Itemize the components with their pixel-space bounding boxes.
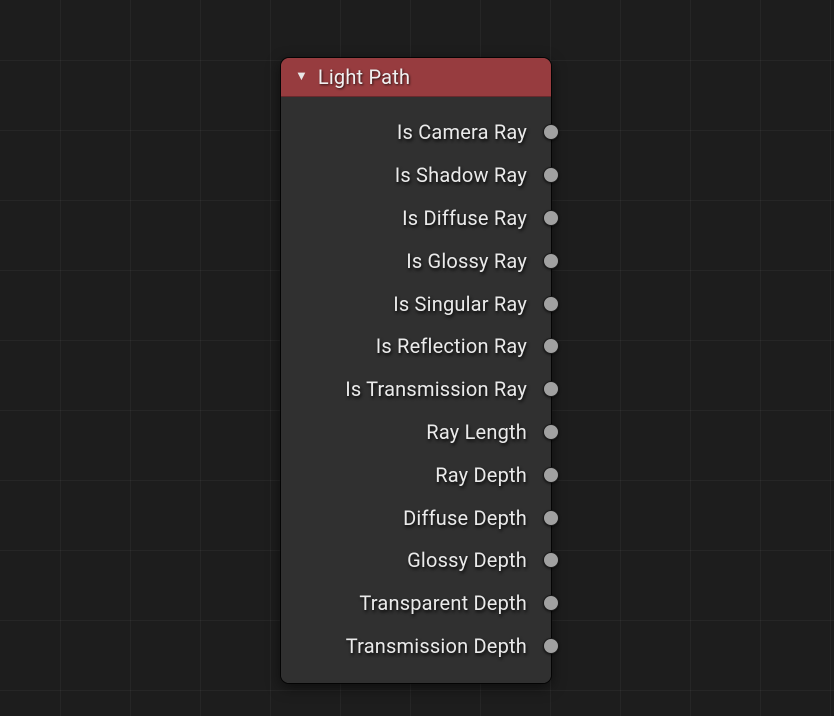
output-socket-icon[interactable] (543, 552, 559, 568)
output-socket-icon[interactable] (543, 296, 559, 312)
output-label: Is Glossy Ray (406, 249, 527, 273)
output-label: Is Singular Ray (393, 292, 527, 316)
output-row: Is Reflection Ray (281, 325, 551, 368)
output-row: Is Transmission Ray (281, 368, 551, 411)
output-label: Is Shadow Ray (395, 163, 527, 187)
output-row: Is Shadow Ray (281, 154, 551, 197)
output-socket-icon[interactable] (543, 381, 559, 397)
output-label: Ray Depth (435, 463, 527, 487)
output-socket-icon[interactable] (543, 338, 559, 354)
output-row: Is Glossy Ray (281, 239, 551, 282)
output-row: Is Singular Ray (281, 282, 551, 325)
output-row: Transparent Depth (281, 582, 551, 625)
node-title: Light Path (318, 65, 410, 89)
output-row: Transmission Depth (281, 625, 551, 668)
output-socket-icon[interactable] (543, 595, 559, 611)
output-label: Is Reflection Ray (376, 334, 527, 358)
node-header[interactable]: ▼ Light Path (281, 58, 551, 97)
output-socket-icon[interactable] (543, 510, 559, 526)
output-socket-icon[interactable] (543, 210, 559, 226)
output-socket-icon[interactable] (543, 424, 559, 440)
collapse-icon[interactable]: ▼ (295, 70, 308, 83)
output-socket-icon[interactable] (543, 167, 559, 183)
output-label: Is Diffuse Ray (402, 206, 527, 230)
output-socket-icon[interactable] (543, 124, 559, 140)
output-label: Transparent Depth (359, 591, 527, 615)
output-label: Transmission Depth (346, 634, 527, 658)
output-row: Diffuse Depth (281, 496, 551, 539)
output-label: Is Transmission Ray (345, 377, 527, 401)
output-label: Is Camera Ray (397, 120, 527, 144)
output-label: Ray Length (426, 420, 527, 444)
node-body: Is Camera Ray Is Shadow Ray Is Diffuse R… (281, 97, 551, 683)
output-row: Is Camera Ray (281, 111, 551, 154)
output-row: Glossy Depth (281, 539, 551, 582)
output-socket-icon[interactable] (543, 253, 559, 269)
output-row: Ray Length (281, 411, 551, 454)
output-socket-icon[interactable] (543, 467, 559, 483)
light-path-node[interactable]: ▼ Light Path Is Camera Ray Is Shadow Ray… (281, 58, 551, 683)
output-label: Glossy Depth (407, 548, 527, 572)
output-label: Diffuse Depth (403, 506, 527, 530)
output-socket-icon[interactable] (543, 638, 559, 654)
output-row: Ray Depth (281, 453, 551, 496)
output-row: Is Diffuse Ray (281, 197, 551, 240)
